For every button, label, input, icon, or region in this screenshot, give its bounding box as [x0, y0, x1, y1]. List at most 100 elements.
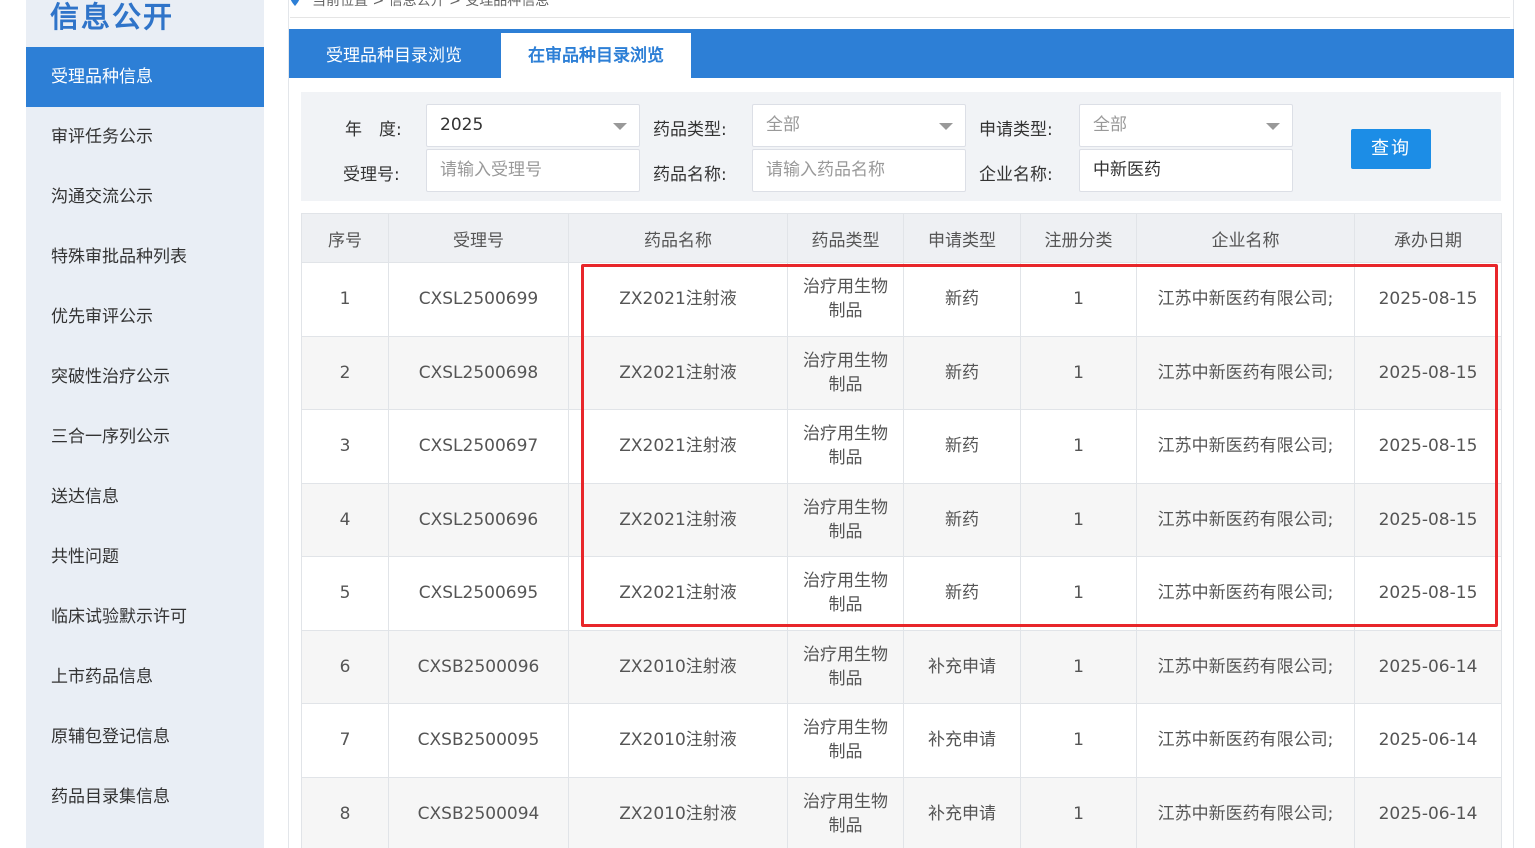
sidebar-item-communication[interactable]: 沟通交流公示: [26, 167, 264, 227]
gutter: [264, 0, 288, 848]
cell-index: 1: [301, 262, 389, 337]
table-row[interactable]: 1 CXSL2500699 ZX2021注射液 治疗用生物制品 新药 1 江苏中新医药有限公…: [301, 262, 1502, 337]
sidebar-item-priority-review[interactable]: 优先审评公示: [26, 287, 264, 347]
sidebar: 信息公开 受理品种信息 审评任务公示 沟通交流公示 特殊审批品种列表 优先审评公…: [26, 0, 264, 848]
chevron-down-icon: [1266, 123, 1280, 130]
cell-company: 江苏中新医药有限公司;: [1136, 409, 1355, 484]
company-input[interactable]: 中新医药: [1079, 149, 1293, 192]
tab-bar: 受理品种目录浏览 在审品种目录浏览: [289, 29, 1514, 78]
table-row[interactable]: 6 CXSB2500096 ZX2010注射液 治疗用生物制品 补充申请 1 江苏中新医药有…: [301, 629, 1502, 704]
cell-apply-type: 补充申请: [903, 776, 1021, 848]
sidebar-menu: 受理品种信息 审评任务公示 沟通交流公示 特殊审批品种列表 优先审评公示 突破性…: [26, 47, 264, 827]
tab-under-review-catalog[interactable]: 在审品种目录浏览: [501, 33, 691, 78]
sidebar-item-marketed-drugs[interactable]: 上市药品信息: [26, 647, 264, 707]
cell-reg-class: 1: [1020, 482, 1137, 557]
cell-index: 4: [301, 482, 389, 557]
cell-company: 江苏中新医药有限公司;: [1136, 262, 1355, 337]
cell-accept-no: CXSB2500096: [388, 629, 569, 704]
cell-drug-name: ZX2021注射液: [568, 409, 788, 484]
page-margin: [0, 0, 26, 848]
cell-company: 江苏中新医药有限公司;: [1136, 776, 1355, 848]
table-row[interactable]: 2 CXSL2500698 ZX2021注射液 治疗用生物制品 新药 1 江苏中新医药有限公…: [301, 335, 1502, 410]
cell-company: 江苏中新医药有限公司;: [1136, 482, 1355, 557]
apply-type-select[interactable]: 全部: [1079, 104, 1293, 147]
cell-reg-class: 1: [1020, 629, 1137, 704]
cell-date: 2025-06-14: [1354, 703, 1502, 778]
sidebar-item-drug-catalog[interactable]: 药品目录集信息: [26, 767, 264, 827]
header-drug-type: 药品类型: [787, 213, 904, 263]
cell-accept-no: CXSL2500699: [388, 262, 569, 337]
filter-panel: 年 度: 2025 药品类型: 全部 申请类型: 全部 受理号: 请输入受理号 …: [301, 92, 1501, 201]
query-button[interactable]: 查询: [1351, 129, 1431, 169]
sidebar-title: 信息公开: [50, 0, 175, 34]
cell-apply-type: 补充申请: [903, 703, 1021, 778]
sidebar-item-three-in-one[interactable]: 三合一序列公示: [26, 407, 264, 467]
sidebar-item-common-issues[interactable]: 共性问题: [26, 527, 264, 587]
cell-reg-class: 1: [1020, 776, 1137, 848]
year-label: 年 度:: [345, 120, 402, 140]
accept-no-input[interactable]: 请输入受理号: [426, 149, 640, 192]
sidebar-item-breakthrough[interactable]: 突破性治疗公示: [26, 347, 264, 407]
header-drug-name: 药品名称: [568, 213, 788, 263]
cell-reg-class: 1: [1020, 703, 1137, 778]
drug-name-label: 药品名称:: [653, 165, 727, 185]
accept-no-placeholder: 请输入受理号: [440, 160, 542, 180]
cell-index: 5: [301, 556, 389, 631]
cell-drug-name: ZX2010注射液: [568, 776, 788, 848]
cell-index: 6: [301, 629, 389, 704]
table-row[interactable]: 3 CXSL2500697 ZX2021注射液 治疗用生物制品 新药 1 江苏中新医药有限公…: [301, 409, 1502, 484]
cell-drug-type: 治疗用生物制品: [787, 335, 904, 410]
header-apply-type: 申请类型: [903, 213, 1021, 263]
cell-drug-type: 治疗用生物制品: [787, 409, 904, 484]
cell-index: 7: [301, 703, 389, 778]
drug-type-label: 药品类型:: [653, 120, 727, 140]
tab-accepted-catalog[interactable]: 受理品种目录浏览: [289, 33, 499, 78]
cell-date: 2025-06-14: [1354, 776, 1502, 848]
cell-date: 2025-08-15: [1354, 262, 1502, 337]
table-row[interactable]: 4 CXSL2500696 ZX2021注射液 治疗用生物制品 新药 1 江苏中新医药有限公…: [301, 482, 1502, 557]
cell-reg-class: 1: [1020, 409, 1137, 484]
table-row[interactable]: 8 CXSB2500094 ZX2010注射液 治疗用生物制品 补充申请 1 江苏中新医药有…: [301, 776, 1502, 848]
year-select-value: 2025: [440, 115, 484, 135]
cell-index: 2: [301, 335, 389, 410]
cell-drug-name: ZX2010注射液: [568, 703, 788, 778]
cell-drug-type: 治疗用生物制品: [787, 482, 904, 557]
apply-type-select-value: 全部: [1093, 115, 1127, 135]
table-row[interactable]: 5 CXSL2500695 ZX2021注射液 治疗用生物制品 新药 1 江苏中新医药有限公…: [301, 556, 1502, 631]
cell-date: 2025-08-15: [1354, 335, 1502, 410]
cell-accept-no: CXSB2500095: [388, 703, 569, 778]
cell-drug-name: ZX2021注射液: [568, 335, 788, 410]
cell-drug-name: ZX2010注射液: [568, 629, 788, 704]
sidebar-item-accepted-varieties[interactable]: 受理品种信息: [26, 47, 264, 107]
cell-reg-class: 1: [1020, 335, 1137, 410]
sidebar-item-clinical-trial[interactable]: 临床试验默示许可: [26, 587, 264, 647]
cell-accept-no: CXSL2500696: [388, 482, 569, 557]
cell-company: 江苏中新医药有限公司;: [1136, 335, 1355, 410]
cell-apply-type: 新药: [903, 335, 1021, 410]
cell-drug-name: ZX2021注射液: [568, 262, 788, 337]
chevron-down-icon: [613, 123, 627, 130]
cell-date: 2025-08-15: [1354, 482, 1502, 557]
year-select[interactable]: 2025: [426, 104, 640, 147]
cell-apply-type: 新药: [903, 482, 1021, 557]
sidebar-item-delivery[interactable]: 送达信息: [26, 467, 264, 527]
cell-company: 江苏中新医药有限公司;: [1136, 629, 1355, 704]
cell-date: 2025-06-14: [1354, 629, 1502, 704]
table-row[interactable]: 7 CXSB2500095 ZX2010注射液 治疗用生物制品 补充申请 1 江苏中新医药有…: [301, 703, 1502, 778]
cell-apply-type: 新药: [903, 556, 1021, 631]
sidebar-item-special-approval[interactable]: 特殊审批品种列表: [26, 227, 264, 287]
apply-type-label: 申请类型:: [979, 120, 1053, 140]
cell-drug-name: ZX2021注射液: [568, 482, 788, 557]
drug-type-select[interactable]: 全部: [752, 104, 966, 147]
cell-drug-type: 治疗用生物制品: [787, 262, 904, 337]
location-pin-icon: [290, 0, 300, 6]
drug-type-select-value: 全部: [766, 115, 800, 135]
header-company: 企业名称: [1136, 213, 1355, 263]
results-table: 序号 受理号 药品名称 药品类型 申请类型 注册分类 企业名称 承办日期 1 CX…: [301, 213, 1502, 848]
cell-date: 2025-08-15: [1354, 556, 1502, 631]
sidebar-item-review-tasks[interactable]: 审评任务公示: [26, 107, 264, 167]
sidebar-item-api-registration[interactable]: 原辅包登记信息: [26, 707, 264, 767]
drug-name-input[interactable]: 请输入药品名称: [752, 149, 966, 192]
cell-index: 8: [301, 776, 389, 848]
header-date: 承办日期: [1354, 213, 1502, 263]
